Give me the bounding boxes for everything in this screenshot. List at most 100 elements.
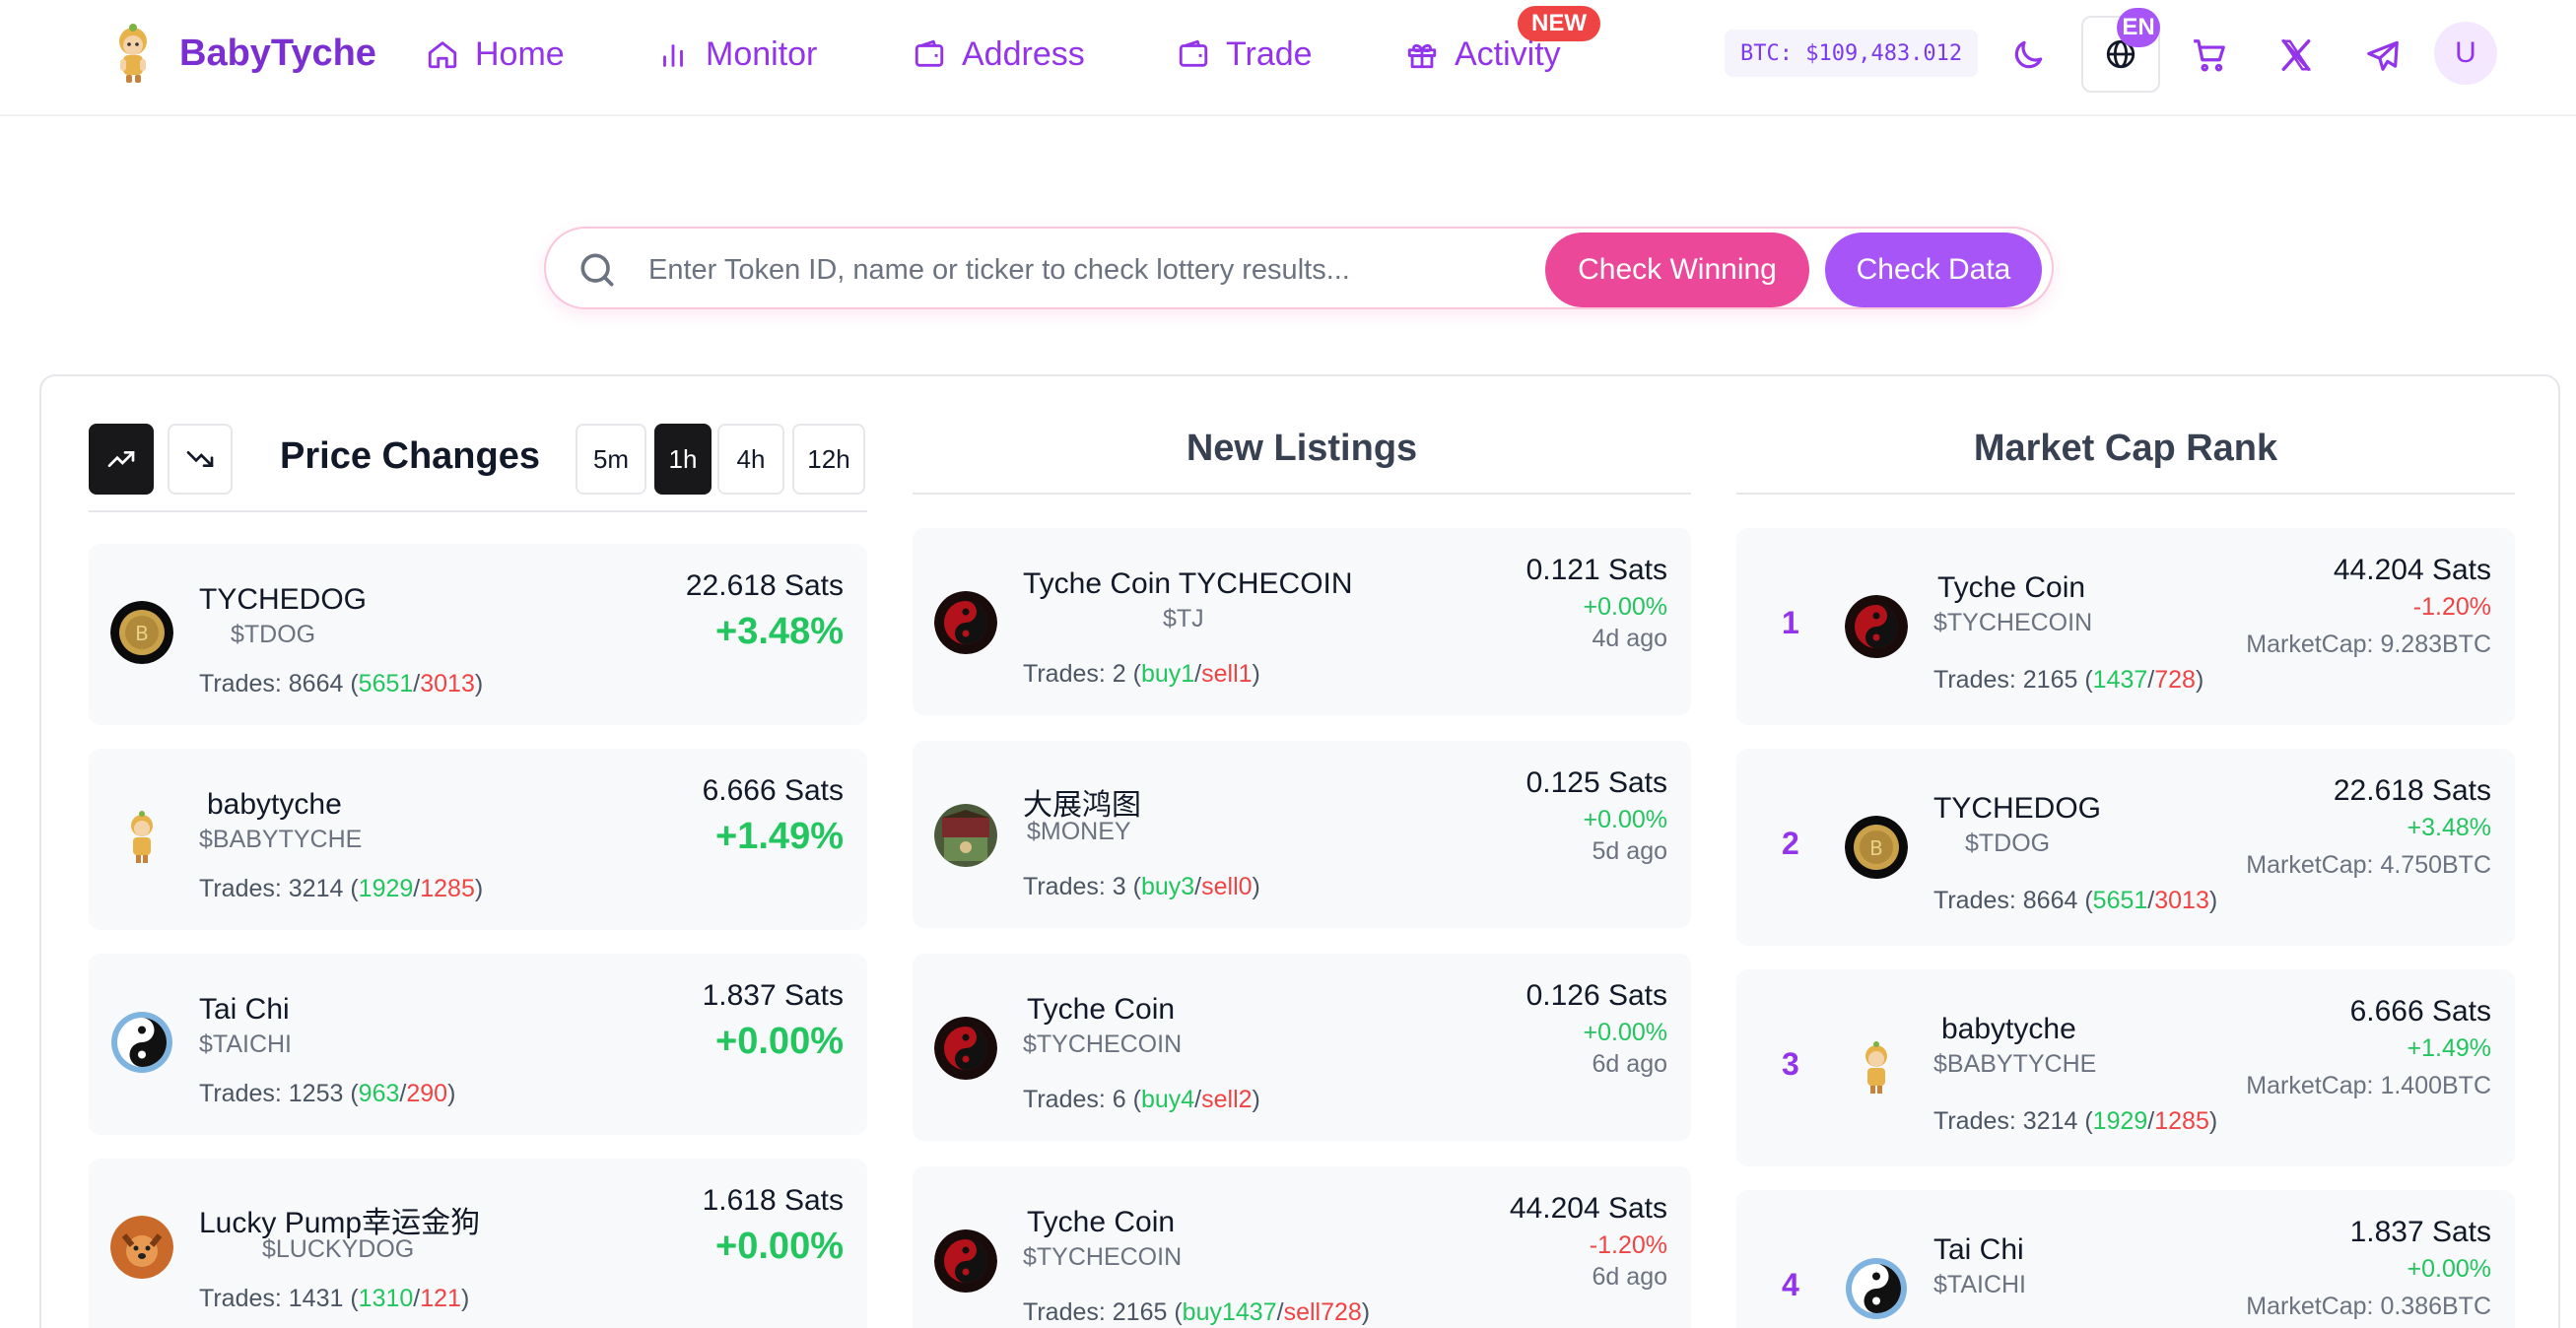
token-change: +3.48% bbox=[2407, 814, 2492, 841]
token-name: Tyche Coin TYCHECOIN bbox=[1023, 567, 1353, 600]
market-cap-card[interactable]: 4 Tai Chi $TAICHI 1.837 Sats +0.00% Mark… bbox=[1736, 1190, 2515, 1328]
nav-home[interactable]: Home bbox=[426, 30, 565, 79]
top-navbar: BabyTyche Home Monitor Address Trade Act… bbox=[0, 0, 2576, 116]
check-data-button[interactable]: Check Data bbox=[1825, 232, 2042, 307]
gold-coin-icon: B bbox=[110, 601, 173, 664]
home-icon bbox=[428, 41, 457, 69]
token-ticker: $LUCKYDOG bbox=[262, 1235, 415, 1263]
language-badge: EN bbox=[2117, 8, 2160, 47]
timeframe-1h-button[interactable]: 1h bbox=[654, 424, 712, 495]
x-twitter-link[interactable] bbox=[2269, 28, 2324, 83]
market-cap-value: MarketCap: 0.386BTC bbox=[2246, 1293, 2491, 1320]
price-change-card[interactable]: Lucky Pump幸运金狗 $LUCKYDOG Trades: 1431 (1… bbox=[89, 1159, 867, 1328]
token-ticker: $TDOG bbox=[1965, 830, 2051, 857]
telegram-icon bbox=[2367, 40, 2399, 71]
gift-icon bbox=[1407, 43, 1437, 69]
price-change-card[interactable]: B TYCHEDOG $TDOG Trades: 8664 (5651/3013… bbox=[89, 544, 867, 725]
token-price: 0.125 Sats bbox=[1525, 766, 1667, 799]
rank-number: 1 bbox=[1782, 605, 1799, 640]
wallet-icon bbox=[1179, 39, 1208, 67]
wallet-icon bbox=[915, 39, 944, 67]
token-name: Tai Chi bbox=[1933, 1233, 2024, 1266]
token-price: 22.618 Sats bbox=[685, 569, 844, 602]
new-listing-card[interactable]: Tyche Coin TYCHECOIN $TJ Trades: 2 (buy1… bbox=[913, 528, 1691, 715]
trending-down-button[interactable] bbox=[168, 424, 233, 495]
price-change-card[interactable]: Tai Chi $TAICHI Trades: 1253 (963/290) 1… bbox=[89, 954, 867, 1135]
moon-icon bbox=[2014, 40, 2043, 69]
token-change: +0.00% bbox=[1583, 593, 1668, 621]
market-cap-card[interactable]: 3 babytyche $BABYTYCHE Trades: 3214 (192… bbox=[1736, 969, 2515, 1166]
token-ticker: $TYCHECOIN bbox=[1933, 609, 2093, 636]
listing-age: 6d ago bbox=[1592, 1263, 1667, 1291]
token-change: -1.20% bbox=[1589, 1231, 1667, 1259]
cart-icon bbox=[2194, 39, 2225, 72]
listing-age: 6d ago bbox=[1592, 1050, 1667, 1078]
token-price: 6.666 Sats bbox=[702, 774, 844, 807]
token-change: +1.49% bbox=[715, 816, 844, 857]
new-badge: NEW bbox=[1518, 6, 1600, 41]
market-cap-card[interactable]: 1 Tyche Coin $TYCHECOIN Trades: 2165 (14… bbox=[1736, 528, 2515, 725]
search-bar: Check Winning Check Data bbox=[544, 227, 2054, 309]
timeframe-4h-button[interactable]: 4h bbox=[717, 424, 784, 495]
bar-chart-icon bbox=[663, 44, 683, 67]
price-changes-title: Price Changes bbox=[280, 435, 540, 477]
token-trades: Trades: 1431 (1310/121) bbox=[199, 1285, 470, 1312]
market-cap-value: MarketCap: 9.283BTC bbox=[2246, 631, 2491, 658]
token-ticker: $TYCHECOIN bbox=[1023, 1243, 1183, 1271]
token-trades: Trades: 2165 (buy1437/sell728) bbox=[1023, 1298, 1371, 1326]
nav-home-label: Home bbox=[475, 34, 565, 73]
new-listing-card[interactable]: Tyche Coin $TYCHECOIN Trades: 2165 (buy1… bbox=[913, 1166, 1691, 1328]
svg-text:B: B bbox=[1869, 836, 1883, 860]
nav-monitor[interactable]: Monitor bbox=[656, 30, 817, 79]
token-price: 1.837 Sats bbox=[2349, 1216, 2491, 1248]
trending-up-button[interactable] bbox=[89, 424, 154, 495]
user-avatar[interactable]: U bbox=[2434, 22, 2497, 85]
token-price: 6.666 Sats bbox=[2349, 995, 2491, 1028]
market-cap-card[interactable]: 2 B TYCHEDOG $TDOG Trades: 8664 (5651/30… bbox=[1736, 749, 2515, 946]
token-name: babytyche bbox=[207, 788, 342, 821]
brand-name: BabyTyche bbox=[179, 32, 376, 74]
token-price: 1.618 Sats bbox=[702, 1184, 844, 1217]
token-trades: Trades: 8664 (5651/3013) bbox=[199, 670, 484, 697]
timeframe-12h-button[interactable]: 12h bbox=[792, 424, 865, 495]
token-ticker: $BABYTYCHE bbox=[1933, 1050, 2097, 1078]
tyche-coin-icon bbox=[934, 1017, 997, 1080]
nav-address[interactable]: Address bbox=[913, 30, 1085, 79]
trending-up-icon bbox=[107, 451, 135, 467]
new-listings-title: New Listings bbox=[1186, 428, 1418, 469]
nav-trade[interactable]: Trade bbox=[1177, 30, 1313, 79]
telegram-link[interactable] bbox=[2355, 28, 2410, 83]
token-price: 22.618 Sats bbox=[2333, 774, 2491, 807]
divider bbox=[913, 493, 1691, 495]
nav-trade-label: Trade bbox=[1226, 34, 1313, 73]
token-change: +3.48% bbox=[715, 611, 844, 652]
token-change: +0.00% bbox=[1583, 806, 1668, 833]
token-name: Tyche Coin bbox=[1027, 993, 1176, 1026]
market-cap-value: MarketCap: 1.400BTC bbox=[2246, 1072, 2491, 1099]
new-listing-card[interactable]: 大展鸿图 $MONEY Trades: 3 (buy3/sell0) 0.125… bbox=[913, 741, 1691, 928]
token-trades: Trades: 3214 (1929/1285) bbox=[1933, 1107, 2218, 1135]
token-trades: Trades: 6 (buy4/sell2) bbox=[1023, 1086, 1260, 1113]
theme-toggle-button[interactable] bbox=[2000, 28, 2056, 83]
timeframe-5m-button[interactable]: 5m bbox=[576, 424, 646, 495]
x-twitter-icon bbox=[2280, 39, 2312, 71]
token-ticker: $TAICHI bbox=[199, 1030, 292, 1058]
listing-age: 4d ago bbox=[1592, 625, 1667, 652]
price-change-card[interactable]: babytyche $BABYTYCHE Trades: 3214 (1929/… bbox=[89, 749, 867, 930]
token-price: 44.204 Sats bbox=[2333, 554, 2491, 586]
token-trades: Trades: 1253 (963/290) bbox=[199, 1080, 456, 1107]
search-icon bbox=[580, 253, 614, 287]
token-price: 1.837 Sats bbox=[702, 979, 844, 1012]
search-input[interactable] bbox=[648, 242, 1535, 298]
divider bbox=[89, 510, 867, 512]
check-winning-button[interactable]: Check Winning bbox=[1545, 232, 1809, 307]
token-name: Tai Chi bbox=[199, 993, 290, 1026]
brand-logo[interactable]: BabyTyche bbox=[104, 22, 376, 85]
trending-down-icon bbox=[186, 451, 214, 467]
divider bbox=[1736, 493, 2515, 495]
token-name: TYCHEDOG bbox=[1933, 792, 2102, 825]
new-listing-card[interactable]: Tyche Coin $TYCHECOIN Trades: 6 (buy4/se… bbox=[913, 954, 1691, 1141]
cart-button[interactable] bbox=[2182, 28, 2237, 83]
dog-icon bbox=[110, 1216, 173, 1279]
tyche-coin-icon bbox=[934, 1229, 997, 1293]
